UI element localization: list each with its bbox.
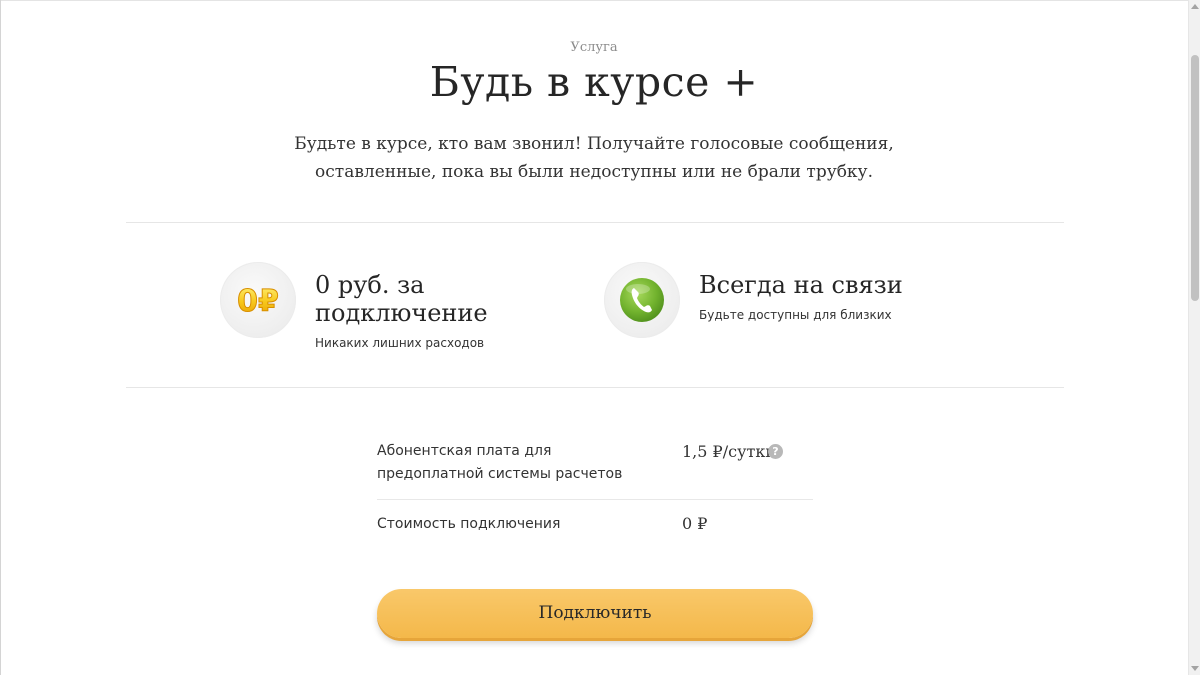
pricing-value: 1,5 ₽/сутки	[682, 442, 776, 461]
help-icon[interactable]: ?	[768, 444, 783, 459]
pricing-row-connection: Стоимость подключения 0 ₽	[377, 500, 813, 560]
vertical-scrollbar[interactable]	[1188, 0, 1200, 675]
scroll-thumb[interactable]	[1191, 55, 1199, 301]
browser-viewport: Услуга Будь в курсе + Будьте в курсе, кт…	[0, 0, 1200, 675]
service-page: Услуга Будь в курсе + Будьте в курсе, кт…	[0, 0, 1188, 675]
service-description: Будьте в курсе, кто вам звонил! Получайт…	[294, 134, 894, 182]
divider-bottom	[126, 387, 1064, 388]
pricing-label: Абонентская плата для предоплатной систе…	[377, 443, 623, 482]
svg-text:0₽: 0₽	[237, 284, 279, 319]
pricing-row-subscription: Абонентская плата для предоплатной систе…	[377, 432, 813, 500]
page-title: Будь в курсе +	[429, 58, 759, 106]
divider-top	[126, 222, 1064, 223]
connect-button[interactable]: Подключить	[377, 589, 813, 638]
pricing-label: Стоимость подключения	[377, 516, 561, 532]
feature-title: 0 руб. за подключение	[315, 271, 488, 327]
pricing-value: 0 ₽	[682, 514, 708, 533]
feature-title: Всегда на связи	[699, 271, 903, 299]
feature-subtitle: Никаких лишних расходов	[315, 336, 485, 350]
pricing-table: Абонентская плата для предоплатной систе…	[377, 432, 813, 560]
scroll-down-icon[interactable]	[1191, 666, 1199, 671]
ruble-coin-icon: 0₽	[220, 262, 296, 338]
feature-subtitle: Будьте доступны для близких	[699, 308, 892, 322]
scroll-up-icon[interactable]	[1191, 4, 1199, 9]
service-eyebrow: Услуга	[570, 40, 618, 55]
phone-icon	[604, 262, 680, 338]
